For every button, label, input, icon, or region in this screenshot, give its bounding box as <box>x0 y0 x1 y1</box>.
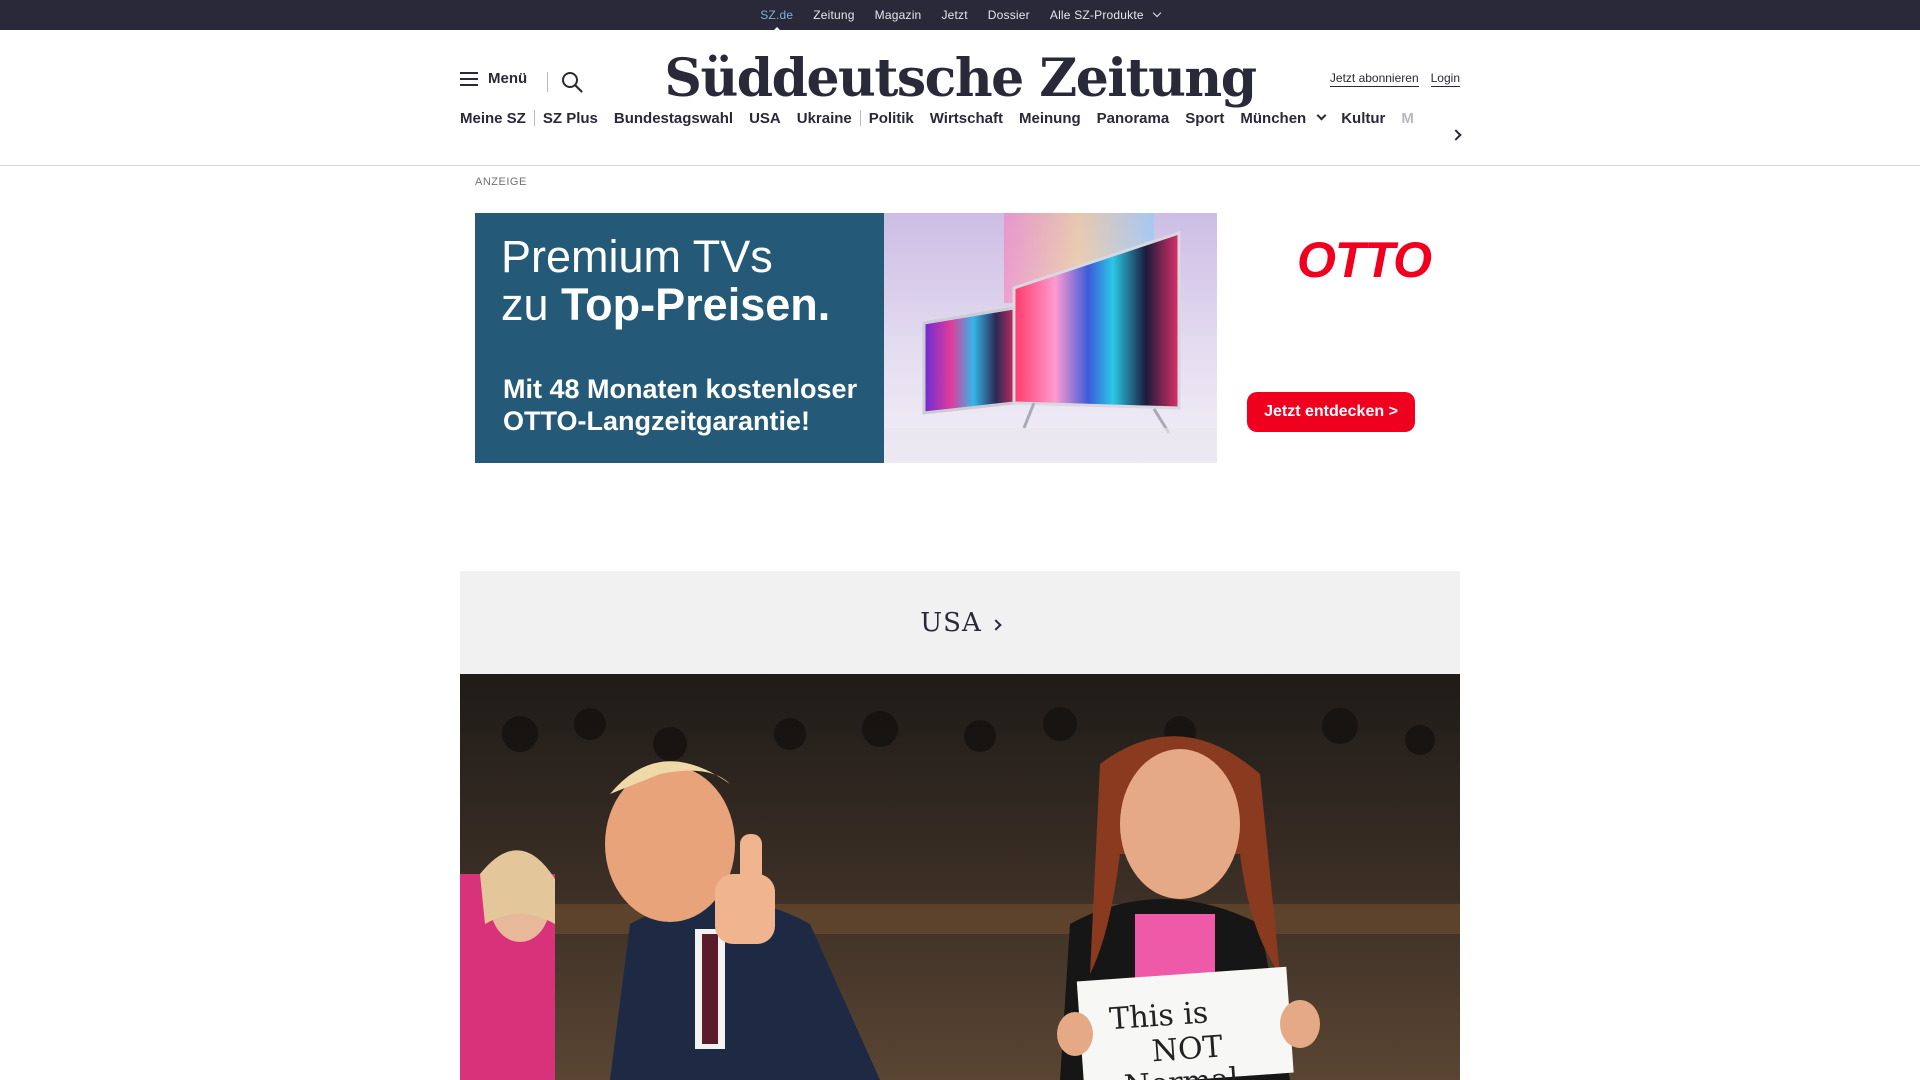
nav-item-sport[interactable]: Sport <box>1177 110 1232 127</box>
ad-label: ANZEIGE <box>475 176 527 188</box>
service-link-zeitung[interactable]: Zeitung <box>813 8 854 22</box>
nav-item-usa[interactable]: USA <box>741 110 789 127</box>
ad-cta-button[interactable]: Jetzt entdecken > <box>1247 392 1415 432</box>
ad-subline: Mit 48 Monaten kostenloser OTTO-Langzeit… <box>503 374 858 436</box>
nav-item-wirtschaft[interactable]: Wirtschaft <box>922 110 1011 127</box>
login-link[interactable]: Login <box>1430 71 1460 87</box>
service-link-alle-produkte[interactable]: Alle SZ-Produkte <box>1049 8 1162 22</box>
ad-headline-line2b: Top-Preisen. <box>561 279 831 330</box>
tv-illustration <box>884 213 1217 463</box>
nav-item-sz-plus[interactable]: SZ Plus <box>535 110 606 127</box>
service-link-szde[interactable]: SZ.de <box>760 8 793 33</box>
service-link-jetzt[interactable]: Jetzt <box>941 8 967 22</box>
chevron-down-icon <box>1152 8 1162 18</box>
ad-headline-line2a: zu <box>501 279 562 330</box>
section-header-usa[interactable]: USA <box>460 571 1460 674</box>
account-links: Jetzt abonnieren Login <box>1329 71 1460 87</box>
nav-item-truncated[interactable]: M <box>1393 110 1422 127</box>
nav-item-panorama[interactable]: Panorama <box>1089 110 1178 127</box>
ad-banner[interactable]: Premium TVs zu Top-Preisen. Mit 48 Monat… <box>475 213 1445 463</box>
otto-logo: OTTO <box>1297 232 1432 288</box>
subscribe-link[interactable]: Jetzt abonnieren <box>1329 71 1419 87</box>
nav-item-meine-sz[interactable]: Meine SZ <box>460 110 534 127</box>
ad-headline-line1: Premium TVs <box>501 231 773 282</box>
nav-item-meinung[interactable]: Meinung <box>1011 110 1089 127</box>
nav-item-bundestagswahl[interactable]: Bundestagswahl <box>606 110 741 127</box>
ad-headline: Premium TVs zu Top-Preisen. <box>501 233 830 329</box>
nav-item-muenchen-label: München <box>1240 109 1307 127</box>
service-link-dossier[interactable]: Dossier <box>988 8 1030 22</box>
service-link-alle-produkte-label: Alle SZ-Produkte <box>1049 8 1144 22</box>
nav-item-politik[interactable]: Politik <box>861 110 922 127</box>
ad-tv-image <box>884 213 1217 463</box>
chevron-down-icon <box>1316 110 1327 121</box>
chevron-right-icon <box>990 618 1002 631</box>
nav-item-muenchen[interactable]: München <box>1232 110 1333 127</box>
nav-item-kultur[interactable]: Kultur <box>1333 110 1393 127</box>
hero-photo-illustration: This is NOT Normal <box>460 674 1460 1080</box>
site-header: Menü Süddeutsche Zeitung Jetzt abonniere… <box>0 30 1920 166</box>
service-links: SZ.de Zeitung Magazin Jetzt Dossier Alle… <box>0 0 1920 33</box>
ad-text-panel: Premium TVs zu Top-Preisen. Mit 48 Monat… <box>475 213 884 463</box>
ressort-nav: Meine SZ SZ Plus Bundestagswahl USA Ukra… <box>460 100 1460 136</box>
service-link-magazin[interactable]: Magazin <box>875 8 922 22</box>
nav-item-ukraine[interactable]: Ukraine <box>789 110 860 127</box>
section-title: USA <box>920 607 982 638</box>
top-service-bar: SZ.de Zeitung Magazin Jetzt Dossier Alle… <box>0 0 1920 33</box>
ad-brand-panel: OTTO Jetzt entdecken > <box>1217 213 1445 463</box>
hero-image[interactable]: This is NOT Normal <box>460 674 1460 1080</box>
